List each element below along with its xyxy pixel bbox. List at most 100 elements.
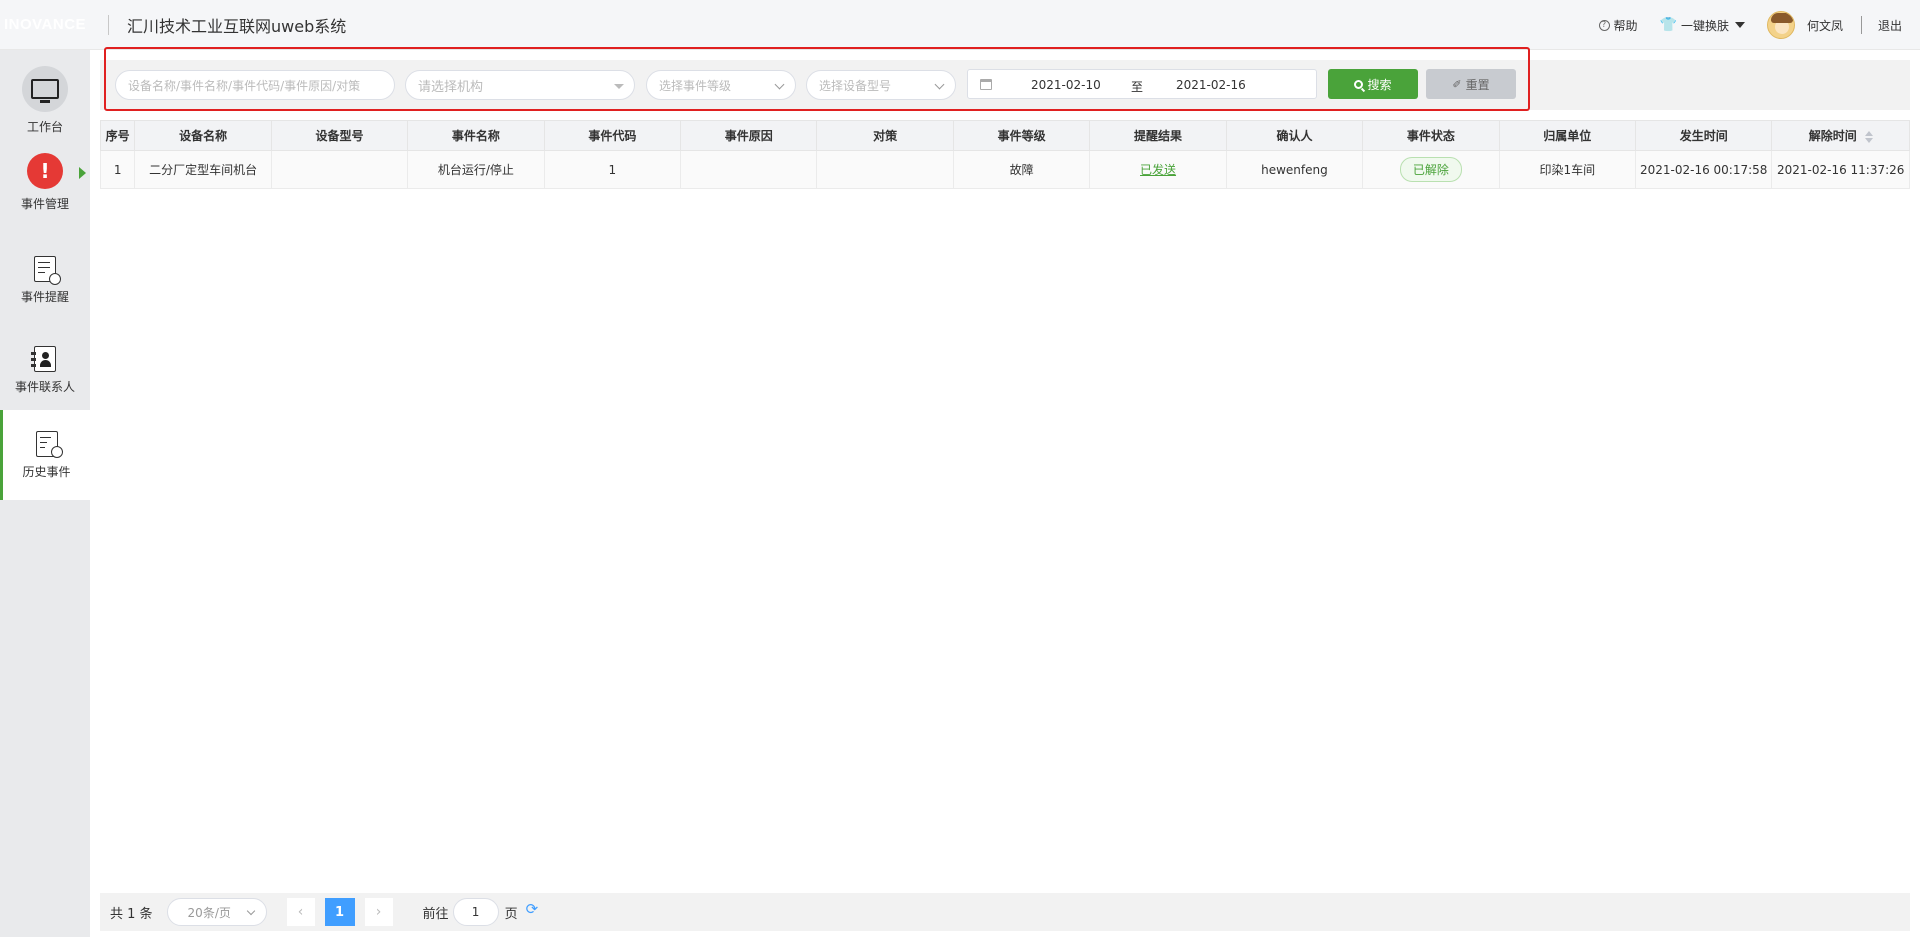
chevron-down-icon — [246, 906, 255, 916]
sidebar-item-event-reminder[interactable]: 事件提醒 — [0, 235, 90, 325]
top-header: INOVANCE 汇川技术工业互联网uweb系统 ? 帮助 👕 一键换肤 何文凤… — [0, 0, 1920, 50]
calendar-icon — [980, 79, 992, 90]
date-separator: 至 — [1131, 80, 1144, 94]
column-header: 序号 — [99, 120, 136, 151]
contact-book-icon — [31, 345, 56, 372]
search-icon — [1354, 79, 1364, 89]
date-end[interactable]: 2021-02-16 — [1176, 78, 1246, 92]
next-page-button[interactable]: › — [364, 898, 393, 926]
cell-event-reason — [680, 150, 818, 189]
sortable-column-header[interactable]: 解除时间 — [1771, 120, 1910, 151]
cell-status: 已解除 — [1362, 150, 1500, 189]
logout-label: 退出 — [1877, 18, 1902, 33]
chevron-down-icon — [774, 79, 785, 90]
sidebar-item-event-contacts[interactable]: 事件联系人 — [0, 325, 90, 415]
reset-label: 重置 — [1465, 77, 1490, 92]
cell-release-time: 2021-02-16 11:37:26 — [1771, 150, 1910, 189]
reset-button[interactable]: ✐ 重置 — [1426, 69, 1516, 99]
sidebar-item-label: 工作台 — [26, 119, 63, 134]
cell-level: 故障 — [952, 150, 1091, 189]
sidebar-item-history-events[interactable]: 历史事件 — [0, 410, 90, 500]
keyword-placeholder: 设备名称/事件名称/事件代码/事件原因/对策 — [128, 78, 361, 93]
eraser-icon: ✐ — [1452, 77, 1462, 91]
user-name: 何文凤 — [1806, 18, 1843, 33]
column-header: 事件状态 — [1362, 120, 1500, 151]
goto-page-input[interactable]: 1 — [452, 898, 499, 926]
date-start[interactable]: 2021-02-10 — [1031, 78, 1101, 92]
column-header: 设备型号 — [270, 120, 409, 151]
cell-event-name: 机台运行/停止 — [407, 150, 545, 189]
goto-label: 前往 — [422, 906, 449, 922]
help-label: 帮助 — [1613, 18, 1638, 33]
status-badge: 已解除 — [1399, 157, 1462, 182]
history-search-icon — [35, 430, 63, 458]
total-count: 共 1 条 — [110, 906, 153, 922]
column-header: 提醒结果 — [1089, 120, 1227, 151]
column-header: 事件名称 — [407, 120, 545, 151]
search-label: 搜索 — [1367, 77, 1392, 92]
search-button[interactable]: 搜索 — [1328, 69, 1418, 99]
column-header: 归属单位 — [1498, 120, 1637, 151]
refresh-icon[interactable]: ⟳ — [526, 900, 539, 918]
column-header: 确认人 — [1225, 120, 1364, 151]
cell-device-model — [270, 150, 409, 189]
sidebar-item-label: 历史事件 — [22, 464, 71, 479]
header-separator — [1860, 16, 1862, 34]
column-header: 事件原因 — [680, 120, 818, 151]
pagination: 共 1 条 20条/页 ‹ 1 › 前往 1 页 ⟳ — [100, 893, 1910, 931]
org-select[interactable]: 请选择机构 — [405, 70, 635, 100]
expand-arrow-icon — [79, 167, 86, 179]
page-label: 页 — [504, 906, 518, 922]
chevron-left-icon: ‹ — [297, 904, 304, 920]
org-placeholder: 请选择机构 — [418, 79, 484, 95]
avatar — [1766, 11, 1795, 39]
help-icon: ? — [1598, 19, 1610, 31]
prev-page-button[interactable]: ‹ — [286, 898, 315, 926]
history-events-table: 序号 设备名称 设备型号 事件名称 事件代码 事件原因 对策 事件等级 提醒结果… — [99, 120, 1910, 189]
column-header: 设备名称 — [134, 120, 272, 151]
caret-down-icon — [614, 84, 624, 89]
remind-result-link[interactable]: 已发送 — [1140, 163, 1176, 177]
level-placeholder: 选择事件等级 — [659, 78, 732, 93]
cell-device-name: 二分厂定型车间机台 — [134, 150, 272, 189]
brand-logo: INOVANCE — [3, 16, 87, 33]
table-row: 1 二分厂定型车间机台 机台运行/停止 1 故障 已发送 hewenfeng 已… — [99, 150, 1910, 189]
warning-icon: ! — [27, 153, 63, 189]
skin-label: 一键换肤 — [1680, 18, 1729, 33]
table-header-row: 序号 设备名称 设备型号 事件名称 事件代码 事件原因 对策 事件等级 提醒结果… — [99, 120, 1910, 151]
chevron-right-icon: › — [375, 904, 382, 920]
device-model-select[interactable]: 选择设备型号 — [806, 70, 956, 100]
logout-link[interactable]: 退出 — [1878, 17, 1902, 34]
cell-unit: 印染1车间 — [1498, 150, 1637, 189]
skin-switch-dropdown[interactable]: 👕 一键换肤 — [1660, 17, 1745, 34]
header-actions: ? 帮助 👕 一键换肤 何文凤 退出 — [1579, 0, 1902, 50]
reminder-doc-icon — [34, 255, 61, 285]
keyword-search-input[interactable]: 设备名称/事件名称/事件代码/事件原因/对策 — [115, 70, 395, 100]
caret-down-icon — [1734, 22, 1745, 28]
cell-index: 1 — [99, 150, 136, 189]
shirt-icon: 👕 — [1659, 17, 1677, 33]
sidebar-item-label: 事件管理 — [20, 197, 69, 211]
user-menu[interactable]: 何文凤 — [1766, 11, 1843, 39]
column-header-label: 解除时间 — [1808, 129, 1857, 143]
sidebar-item-label: 事件联系人 — [14, 379, 75, 394]
cell-confirmer: hewenfeng — [1225, 150, 1364, 189]
page-number-1[interactable]: 1 — [324, 898, 355, 926]
column-header: 对策 — [816, 120, 954, 151]
sidebar-item-label: 事件提醒 — [20, 289, 69, 304]
help-link[interactable]: ? 帮助 — [1598, 17, 1638, 34]
column-header: 事件代码 — [543, 120, 682, 151]
page-size-select[interactable]: 20条/页 — [166, 898, 267, 926]
event-level-select[interactable]: 选择事件等级 — [646, 70, 796, 100]
sort-icon[interactable] — [1864, 130, 1873, 143]
cell-event-code: 1 — [543, 150, 682, 189]
cell-remind-result: 已发送 — [1089, 150, 1227, 189]
cell-measure — [816, 150, 954, 189]
model-placeholder: 选择设备型号 — [819, 78, 892, 93]
column-header: 事件等级 — [952, 120, 1091, 151]
header-divider — [108, 14, 109, 35]
date-range-picker[interactable]: 2021-02-10 至 2021-02-16 — [967, 69, 1317, 99]
sidebar-item-workbench[interactable]: 工作台 — [0, 55, 90, 145]
chevron-down-icon — [934, 79, 945, 90]
sidebar-item-event-management[interactable]: ! 事件管理 — [0, 145, 90, 220]
